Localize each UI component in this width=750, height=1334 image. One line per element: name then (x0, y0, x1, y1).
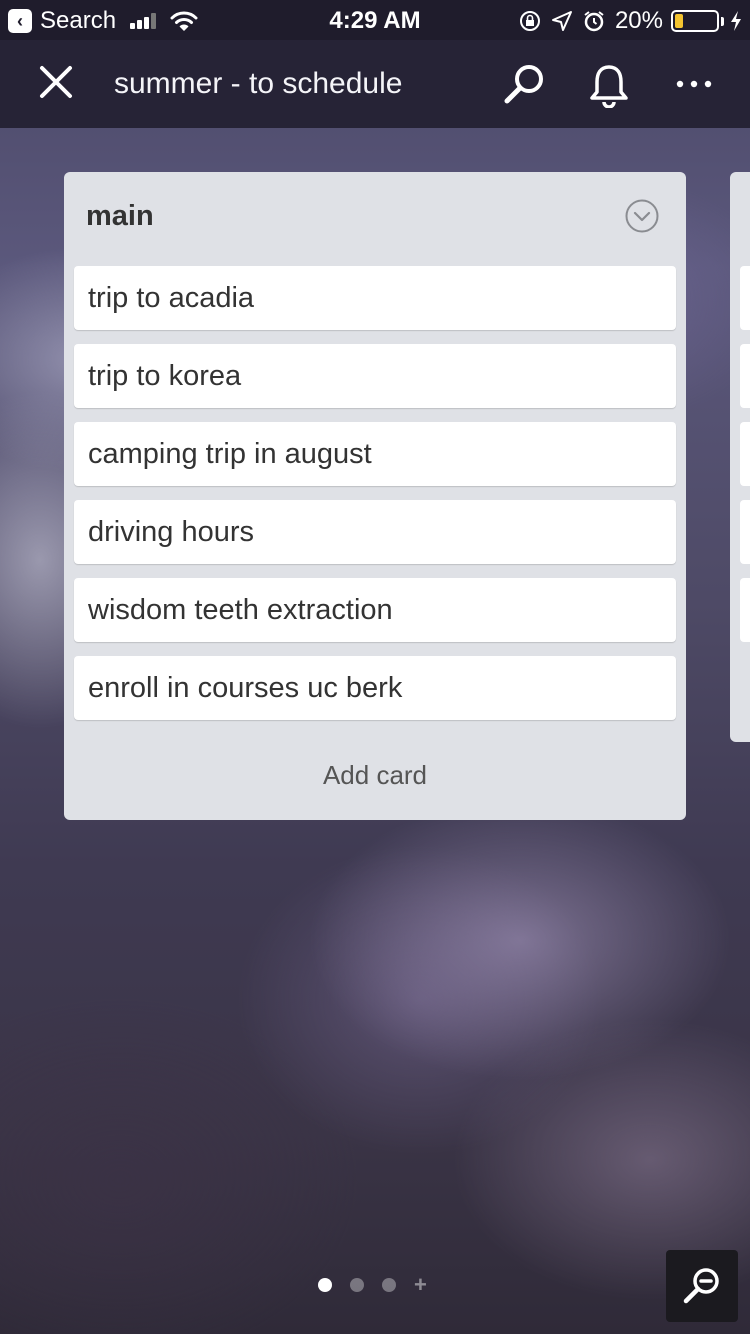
charging-bolt-icon (731, 11, 741, 31)
battery-fill (675, 14, 683, 28)
page-dot[interactable] (350, 1278, 364, 1292)
card-item[interactable]: driving hours (74, 500, 676, 564)
status-bar: ‹ Search 4:29 AM 20% (0, 0, 750, 40)
close-icon[interactable] (36, 62, 76, 102)
page-dot[interactable] (382, 1278, 396, 1292)
page-indicator: + (318, 1274, 427, 1296)
zoom-out-icon (683, 1268, 719, 1304)
peek-card (740, 266, 750, 330)
peek-card (740, 344, 750, 408)
list-main: main trip to acadia trip to korea campin… (64, 172, 686, 820)
page-dot-active[interactable] (318, 1278, 332, 1292)
battery-percent: 20% (614, 7, 663, 34)
board-header: summer - to schedule (0, 40, 750, 128)
peek-card (740, 578, 750, 642)
chevron-down-circle-icon[interactable] (624, 198, 660, 234)
battery-icon (671, 10, 719, 32)
status-right: 20% (519, 7, 742, 35)
add-card-button[interactable]: Add card (64, 760, 686, 791)
search-icon[interactable] (502, 62, 546, 106)
peek-card (740, 500, 750, 564)
card-item[interactable]: trip to acadia (74, 266, 676, 330)
add-list-plus[interactable]: + (414, 1274, 427, 1296)
card-list: trip to acadia trip to korea camping tri… (74, 266, 676, 734)
card-item[interactable]: trip to korea (74, 344, 676, 408)
battery-nub (721, 16, 724, 26)
card-item[interactable]: wisdom teeth extraction (74, 578, 676, 642)
card-item[interactable]: camping trip in august (74, 422, 676, 486)
zoom-out-button[interactable] (666, 1250, 738, 1322)
alarm-icon (584, 11, 604, 32)
card-item[interactable]: enroll in courses uc berk (74, 656, 676, 720)
next-list-peek[interactable] (730, 172, 750, 742)
more-icon[interactable] (674, 64, 714, 104)
location-icon (551, 11, 572, 31)
peek-card (740, 422, 750, 486)
orientation-lock-icon (519, 11, 540, 31)
bell-icon[interactable] (586, 62, 632, 108)
list-title[interactable]: main (86, 200, 154, 233)
board-title: summer - to schedule (114, 67, 403, 100)
